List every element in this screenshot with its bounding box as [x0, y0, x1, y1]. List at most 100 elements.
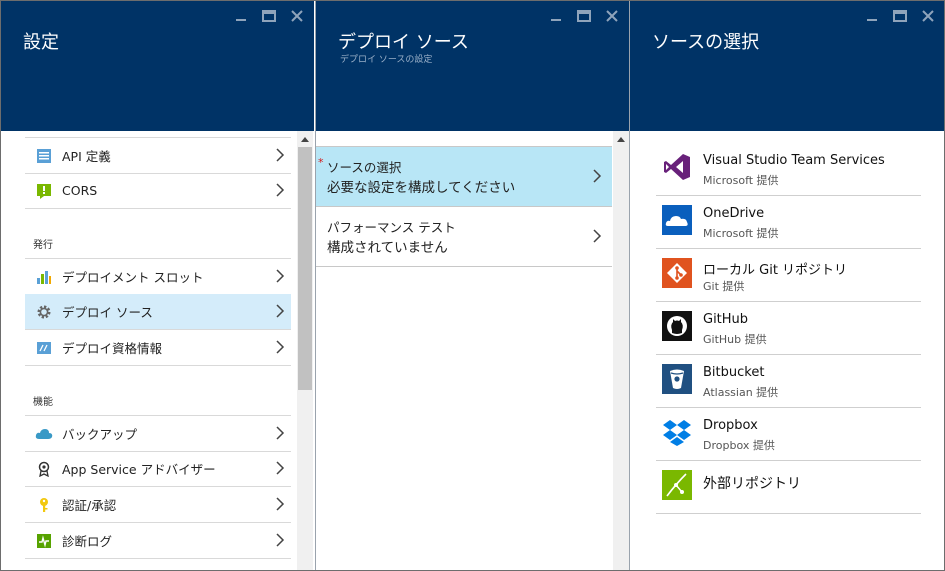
section-heading-features: 機能 [33, 397, 53, 408]
source-provider: Git 提供 [703, 280, 745, 293]
choose-source-label: ソースの選択 [327, 160, 402, 175]
source-name: GitHub [703, 312, 749, 327]
source-item-dropbox[interactable]: Dropbox Dropbox 提供 [656, 408, 921, 461]
deployment-credentials-icon [35, 339, 53, 357]
minimize-icon[interactable] [861, 8, 883, 24]
settings-scrollbar[interactable] [297, 131, 313, 570]
performance-test-item[interactable]: パフォーマンス テスト 構成されていません [316, 207, 612, 267]
gear-icon [35, 303, 53, 321]
chevron-right-icon [275, 303, 285, 322]
source-item-external-repository[interactable]: 外部リポジトリ [656, 461, 921, 514]
key-icon [35, 496, 53, 514]
source-item-local-git[interactable]: ローカル Git リポジトリ Git 提供 [656, 249, 921, 302]
deployment-source-scrollbar[interactable] [613, 131, 629, 570]
source-name: Dropbox [703, 418, 758, 433]
source-provider: Microsoft 提供 [703, 174, 779, 187]
deployment-slots-icon [35, 268, 53, 286]
maximize-icon[interactable] [258, 8, 280, 24]
minimize-icon[interactable] [230, 8, 252, 24]
settings-blade-header: 設定 [1, 1, 314, 131]
maximize-icon[interactable] [889, 8, 911, 24]
deployment-source-blade: デプロイ ソース デプロイ ソースの設定 * ソースの選択 必要な設定を構成して… [315, 1, 629, 570]
source-name: Bitbucket [703, 365, 765, 380]
visual-studio-icon [662, 152, 692, 182]
source-provider: Atlassian 提供 [703, 386, 779, 399]
external-repository-icon [662, 470, 692, 500]
api-definition-icon [35, 147, 53, 165]
settings-item-app-service-advisor[interactable]: App Service アドバイザー [25, 451, 291, 487]
blade-title: ソースの選択 [652, 32, 760, 53]
git-icon [662, 258, 692, 288]
settings-item-label: デプロイ資格情報 [62, 341, 163, 356]
maximize-icon[interactable] [573, 8, 595, 24]
settings-item-label: 認証/承認 [62, 498, 117, 513]
settings-item-deployment-credentials[interactable]: デプロイ資格情報 [25, 330, 291, 366]
source-name: ローカル Git リポジトリ [703, 263, 848, 278]
backup-cloud-icon [35, 425, 53, 443]
close-icon[interactable] [286, 8, 308, 24]
chevron-right-icon [592, 168, 602, 188]
source-list: Visual Studio Team Services Microsoft 提供… [630, 131, 944, 570]
choose-source-value: 必要な設定を構成してください [327, 180, 516, 196]
dropbox-icon [662, 417, 692, 447]
onedrive-icon [662, 205, 692, 235]
minimize-icon[interactable] [545, 8, 567, 24]
scroll-up-icon[interactable] [613, 131, 629, 146]
choose-source-item[interactable]: * ソースの選択 必要な設定を構成してください [316, 146, 612, 207]
close-icon[interactable] [917, 8, 939, 24]
choose-source-blade-header: ソースの選択 [630, 1, 944, 131]
source-name: 外部リポジトリ [703, 476, 801, 492]
source-item-github[interactable]: GitHub GitHub 提供 [656, 302, 921, 355]
github-icon [662, 311, 692, 341]
source-provider: GitHub 提供 [703, 333, 767, 346]
chevron-right-icon [592, 228, 602, 248]
chevron-right-icon [275, 147, 285, 166]
chevron-right-icon [275, 532, 285, 551]
source-item-vsts[interactable]: Visual Studio Team Services Microsoft 提供 [656, 143, 921, 196]
scroll-up-icon[interactable] [297, 131, 313, 146]
deployment-source-list: * ソースの選択 必要な設定を構成してください パフォーマンス テスト 構成され… [316, 131, 629, 570]
settings-item-deployment-slots[interactable]: デプロイメント スロット [25, 258, 291, 295]
settings-item-label: バックアップ [62, 427, 138, 442]
chevron-right-icon [275, 460, 285, 479]
settings-item-label: デプロイ ソース [62, 305, 153, 320]
settings-item-api-definition[interactable]: API 定義 [25, 137, 291, 174]
chevron-right-icon [275, 496, 285, 515]
blade-title: 設定 [23, 32, 59, 53]
source-provider: Microsoft 提供 [703, 227, 779, 240]
scroll-thumb[interactable] [298, 147, 312, 390]
settings-item-label: CORS [62, 183, 98, 198]
settings-item-diagnostic-logs[interactable]: 診断ログ [25, 523, 291, 559]
source-item-onedrive[interactable]: OneDrive Microsoft 提供 [656, 196, 921, 249]
required-marker: * [318, 156, 324, 169]
section-heading-publish: 発行 [33, 240, 53, 251]
bitbucket-icon [662, 364, 692, 394]
source-item-bitbucket[interactable]: Bitbucket Atlassian 提供 [656, 355, 921, 408]
chevron-right-icon [275, 182, 285, 201]
diagnostic-logs-icon [35, 532, 53, 550]
settings-item-label: デプロイメント スロット [62, 270, 204, 285]
settings-item-label: App Service アドバイザー [62, 462, 216, 477]
settings-item-cors[interactable]: CORS [25, 173, 291, 209]
close-icon[interactable] [601, 8, 623, 24]
settings-list: API 定義 CORS 発行 デプロイメント スロット デプロイ ソース デプロ… [1, 131, 314, 570]
choose-source-blade: ソースの選択 Visual Studio Team Services Micro… [629, 1, 944, 570]
performance-test-label: パフォーマンス テスト [327, 220, 456, 235]
settings-item-backup[interactable]: バックアップ [25, 415, 291, 452]
source-name: OneDrive [703, 206, 765, 221]
deployment-source-blade-header: デプロイ ソース デプロイ ソースの設定 [316, 1, 629, 131]
settings-item-deployment-source[interactable]: デプロイ ソース [25, 294, 291, 330]
chevron-right-icon [275, 339, 285, 358]
settings-blade: 設定 API 定義 CORS 発行 デプロイメント スロット デプロイ ソース … [1, 1, 314, 570]
cors-icon [35, 182, 53, 200]
performance-test-value: 構成されていません [327, 240, 448, 256]
blade-subtitle: デプロイ ソースの設定 [340, 55, 433, 65]
portal-window: 設定 API 定義 CORS 発行 デプロイメント スロット デプロイ ソース … [0, 0, 945, 571]
chevron-right-icon [275, 268, 285, 287]
settings-item-label: API 定義 [62, 149, 111, 164]
source-name: Visual Studio Team Services [703, 153, 885, 168]
blade-title: デプロイ ソース [338, 32, 469, 53]
settings-item-label: 診断ログ [62, 534, 113, 549]
settings-item-authentication[interactable]: 認証/承認 [25, 487, 291, 523]
advisor-icon [35, 460, 53, 478]
